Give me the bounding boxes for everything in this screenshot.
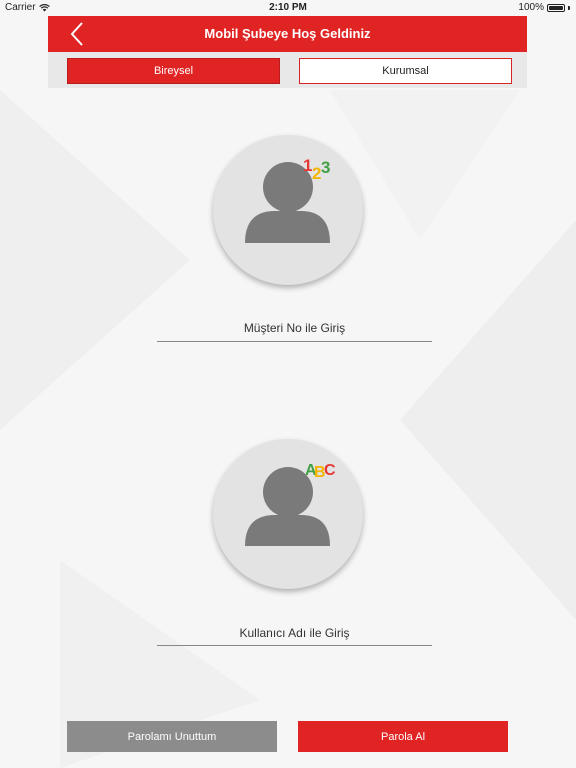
svg-text:C: C: [324, 462, 336, 479]
username-login-icon[interactable]: A B C: [213, 439, 363, 589]
tab-kurumsal[interactable]: Kurumsal: [299, 58, 512, 84]
customer-number-login-label[interactable]: Müşteri No ile Giriş: [157, 321, 432, 335]
status-bar: Carrier 2:10 PM 100%: [0, 0, 576, 16]
status-time: 2:10 PM: [269, 2, 307, 13]
login-divider: [157, 645, 432, 646]
username-login-label[interactable]: Kullanıcı Adı ile Giriş: [157, 626, 432, 640]
get-password-button[interactable]: Parola Al: [298, 721, 508, 752]
forgot-password-button[interactable]: Parolamı Unuttum: [67, 721, 277, 752]
page-title: Mobil Şubeye Hoş Geldiniz: [204, 26, 371, 41]
battery-icon: [547, 3, 565, 12]
background-pattern: [0, 90, 576, 768]
customer-number-login-icon[interactable]: 1 2 3: [213, 135, 363, 285]
tab-bireysel[interactable]: Bireysel: [67, 58, 280, 84]
login-divider: [157, 341, 432, 342]
svg-text:3: 3: [321, 158, 330, 177]
battery-percent: 100%: [518, 2, 544, 13]
customer-type-tabs: Bireysel Kurumsal: [48, 52, 527, 88]
battery-indicator: 100%: [518, 2, 570, 13]
user-123-icon: 1 2 3: [245, 156, 330, 243]
battery-tip: [568, 5, 570, 10]
user-abc-icon: A B C: [245, 462, 336, 546]
app-header: Mobil Şubeye Hoş Geldiniz: [48, 16, 527, 52]
